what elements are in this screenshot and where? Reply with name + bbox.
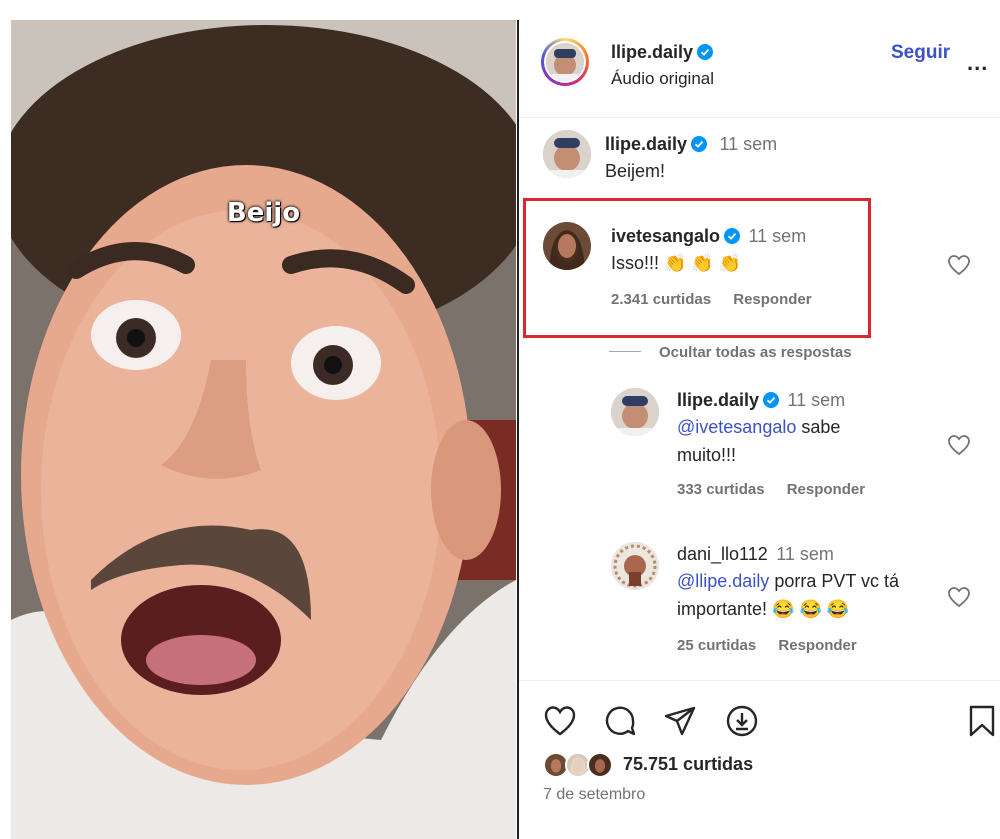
comment-text-line2: muito!!! [677, 445, 737, 465]
avatar [587, 752, 613, 778]
comment-likes[interactable]: 333 curtidas [677, 481, 765, 498]
heart-icon[interactable] [947, 586, 971, 608]
comment-icon[interactable] [603, 704, 637, 738]
verified-badge-icon [724, 228, 741, 244]
comment-username[interactable]: ivetesangalo [611, 226, 720, 246]
reply-item: llipe.daily 11 sem @ivetesangalo sabe mu… [677, 390, 883, 498]
avatar [546, 43, 584, 81]
comment-text: Isso!!! 👏 👏 👏 [611, 253, 742, 273]
divider [609, 351, 641, 352]
mention-link[interactable]: @llipe.daily [677, 571, 769, 591]
comment-text-part: porra PVT vc tá [769, 571, 900, 591]
comment-username[interactable]: dani_llo112 [677, 544, 768, 564]
verified-badge-icon [691, 136, 708, 152]
header-user-block: llipe.daily Áudio original [611, 42, 714, 89]
download-icon[interactable] [725, 704, 759, 738]
liked-by-avatars[interactable] [543, 752, 623, 782]
post-header: llipe.daily Áudio original Seguir ... [519, 20, 1000, 118]
username-link[interactable]: llipe.daily [611, 42, 693, 62]
comment-text: @llipe.daily porra PVT vc tá [677, 567, 899, 595]
video-frame-illustration [11, 20, 516, 839]
more-icon[interactable]: ... [967, 50, 988, 76]
caption-comment: llipe.daily 11 sem Beijem! [605, 134, 777, 185]
comment-likes[interactable]: 25 curtidas [677, 637, 756, 654]
hide-replies-toggle[interactable]: Ocultar todas as respostas [609, 344, 852, 366]
comment-username[interactable]: llipe.daily [605, 134, 687, 154]
comment-likes[interactable]: 2.341 curtidas [611, 291, 711, 308]
avatar[interactable] [611, 542, 659, 590]
post-side-panel: llipe.daily Áudio original Seguir ... ll… [517, 20, 1000, 839]
share-icon[interactable] [663, 704, 697, 738]
reply-button[interactable]: Responder [778, 637, 856, 654]
comment-username[interactable]: llipe.daily [677, 390, 759, 410]
reply-item: dani_llo112 11 sem @llipe.daily porra PV… [677, 544, 899, 654]
comment-time[interactable]: 11 sem [719, 134, 777, 154]
follow-button[interactable]: Seguir [891, 42, 950, 64]
verified-badge-icon [763, 392, 780, 408]
avatar[interactable] [611, 388, 659, 436]
reply-button[interactable]: Responder [787, 481, 865, 498]
mention-link[interactable]: @ivetesangalo [677, 417, 796, 437]
audio-subtitle[interactable]: Áudio original [611, 69, 714, 89]
comment-text: Beijem! [605, 161, 666, 181]
comment-text-part: sabe [796, 417, 841, 437]
video-caption-text: Beijo [226, 198, 301, 228]
comment-text-line2: importante! 😂 😂 😂 [677, 599, 850, 619]
reply-button[interactable]: Responder [733, 291, 811, 308]
video-player[interactable]: Beijo [11, 20, 516, 839]
comment-time[interactable]: 11 sem [776, 544, 834, 564]
heart-icon[interactable] [543, 704, 577, 738]
total-likes[interactable]: 75.751 curtidas [623, 754, 753, 775]
story-ring[interactable] [541, 38, 589, 86]
bookmark-icon[interactable] [965, 704, 999, 738]
heart-icon[interactable] [947, 254, 971, 276]
post-date[interactable]: 7 de setembro [543, 786, 645, 804]
comment-time[interactable]: 11 sem [787, 390, 845, 410]
comment-text: @ivetesangalo sabe [677, 413, 883, 441]
avatar[interactable] [543, 130, 591, 178]
comment-time[interactable]: 11 sem [749, 226, 807, 246]
hide-replies-label[interactable]: Ocultar todas as respostas [659, 344, 852, 361]
verified-badge-icon [697, 44, 714, 60]
comment-item: ivetesangalo 11 sem Isso!!! 👏 👏 👏 2.341 … [611, 226, 830, 308]
heart-icon[interactable] [947, 434, 971, 456]
action-divider [519, 680, 1000, 681]
avatar[interactable] [543, 222, 591, 270]
